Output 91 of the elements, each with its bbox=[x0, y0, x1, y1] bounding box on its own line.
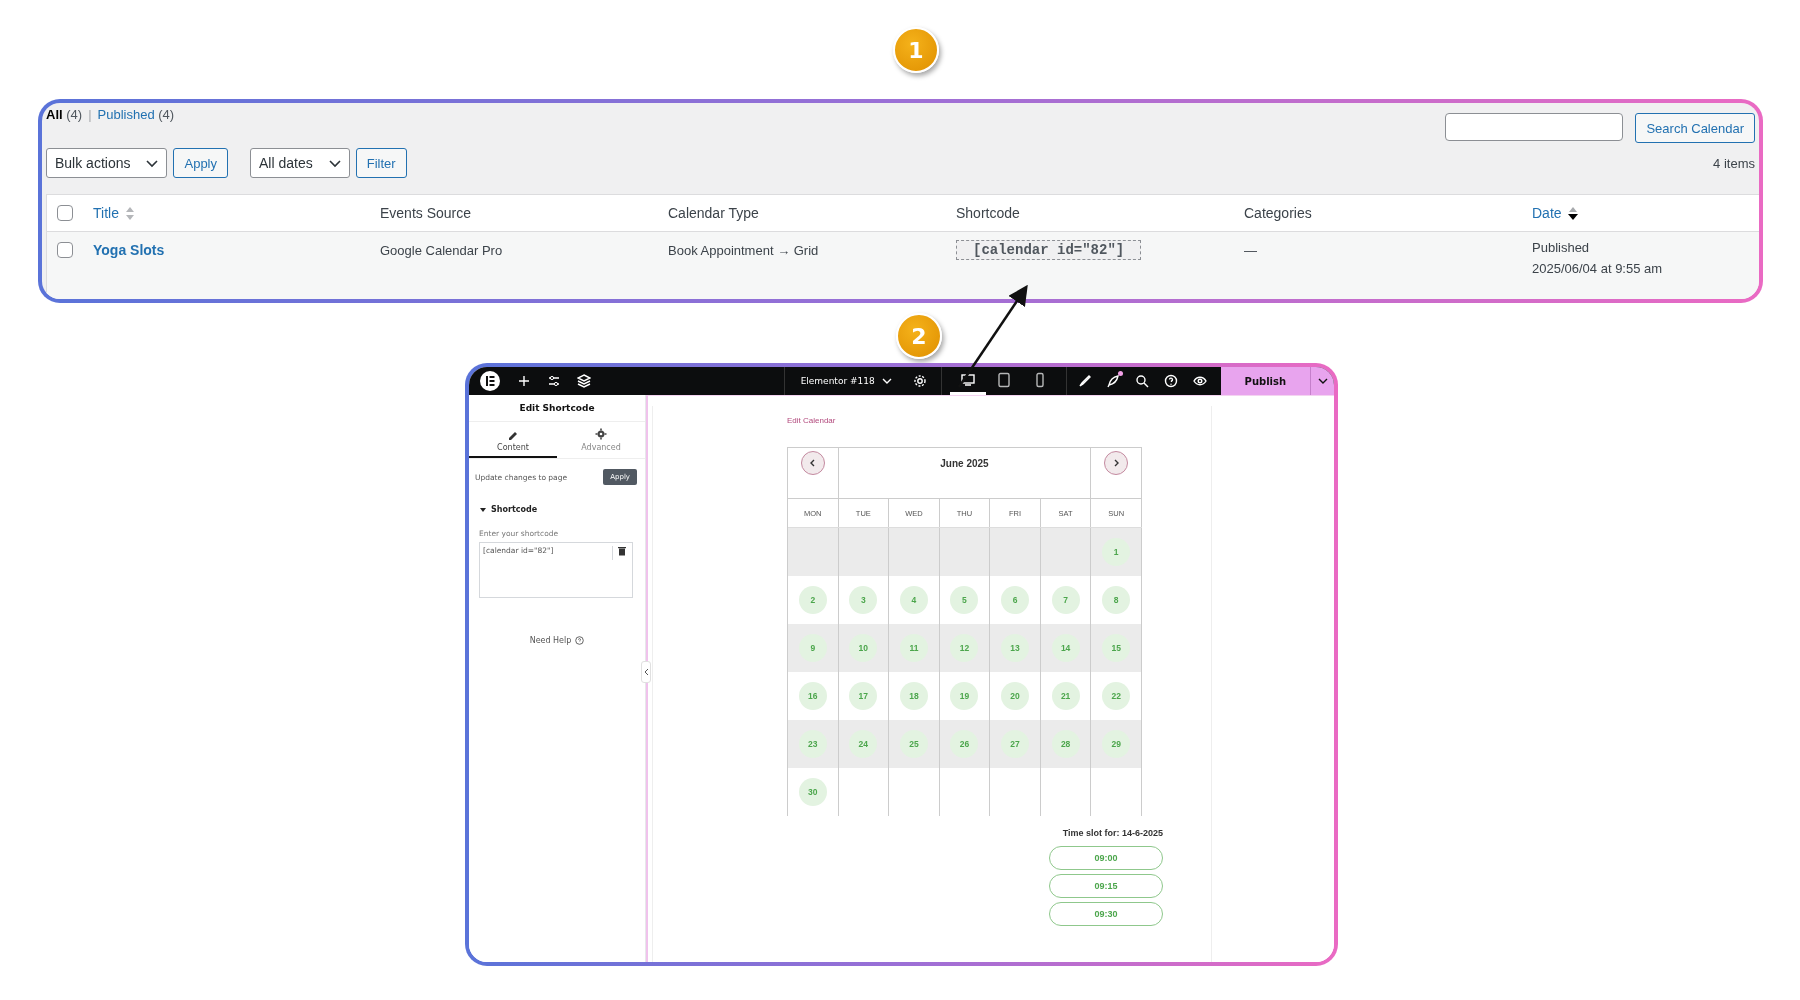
day-button[interactable]: 30 bbox=[798, 778, 827, 806]
step-badge: 1 bbox=[893, 27, 939, 73]
day-button[interactable]: 9 bbox=[798, 634, 827, 662]
time-slot-heading: Time slot for: 14-6-2025 bbox=[1062, 828, 1163, 838]
search-button[interactable]: Search Calendar bbox=[1635, 113, 1755, 143]
day-button[interactable]: 10 bbox=[849, 634, 878, 662]
tablet-icon bbox=[995, 371, 1012, 388]
caret-icon bbox=[479, 505, 487, 514]
day-button[interactable]: 22 bbox=[1102, 682, 1131, 710]
day-button[interactable]: 15 bbox=[1102, 634, 1131, 662]
logo-icon[interactable] bbox=[479, 370, 501, 392]
day-button[interactable]: 12 bbox=[950, 634, 979, 662]
next-month-button[interactable] bbox=[1104, 451, 1128, 475]
settings-icon[interactable] bbox=[912, 374, 927, 388]
day-button[interactable]: 29 bbox=[1102, 730, 1131, 758]
day-button[interactable]: 4 bbox=[899, 586, 928, 614]
post-date: 2025/06/04 at 9:55 am bbox=[1532, 261, 1663, 276]
view-filter-link[interactable]: Published (4) bbox=[97, 107, 175, 122]
day-button[interactable]: 20 bbox=[1001, 682, 1030, 710]
document-menu[interactable]: Elementor #118 bbox=[794, 374, 899, 388]
view-filter-link[interactable]: All (4) bbox=[46, 107, 83, 122]
brush-icon[interactable] bbox=[1076, 374, 1091, 388]
edit-calendar-link[interactable]: Edit Calendar bbox=[787, 416, 836, 425]
calendar-title-link[interactable]: Yoga Slots bbox=[93, 242, 165, 258]
day-button[interactable]: 27 bbox=[1001, 730, 1030, 758]
items-count: 4 items bbox=[1713, 155, 1755, 171]
day-button[interactable]: 3 bbox=[849, 586, 878, 614]
select-all-checkbox[interactable] bbox=[57, 205, 73, 221]
time-slot-button[interactable]: 09:15 bbox=[1049, 874, 1163, 898]
layers-icon[interactable] bbox=[577, 374, 591, 388]
day-button[interactable]: 16 bbox=[798, 682, 827, 710]
day-button[interactable]: 14 bbox=[1051, 634, 1080, 662]
bulk-actions-select[interactable]: Bulk actions bbox=[46, 148, 168, 178]
column-sort-link[interactable]: Date bbox=[1532, 205, 1562, 221]
view-separator: | bbox=[88, 107, 92, 122]
month-title: June 2025 bbox=[940, 458, 989, 471]
help-link[interactable]: Need Help bbox=[529, 636, 585, 645]
column-sort-link[interactable]: Title bbox=[93, 205, 119, 221]
step-badge: 2 bbox=[896, 313, 942, 359]
day-button[interactable]: 23 bbox=[798, 730, 827, 758]
apply-button[interactable]: Apply bbox=[173, 148, 228, 178]
chevron-left-icon bbox=[809, 459, 817, 467]
publish-button[interactable]: Publish bbox=[1220, 367, 1310, 395]
chevron-left-icon bbox=[643, 668, 649, 676]
day-button[interactable]: 24 bbox=[849, 730, 878, 758]
plus-icon[interactable] bbox=[517, 374, 531, 388]
time-slot-button[interactable]: 09:30 bbox=[1049, 902, 1163, 926]
sliders-icon[interactable] bbox=[547, 374, 561, 388]
column-header: Events Source bbox=[380, 205, 472, 221]
column-header: Shortcode bbox=[956, 205, 1020, 221]
previous-month-button[interactable] bbox=[801, 451, 825, 475]
gear-icon bbox=[595, 428, 607, 440]
search-field[interactable] bbox=[1445, 113, 1624, 141]
row-checkbox[interactable] bbox=[57, 242, 73, 258]
day-button[interactable]: 17 bbox=[849, 682, 878, 710]
publish-options-button[interactable] bbox=[1310, 367, 1334, 395]
table-cell: Google Calendar Pro bbox=[380, 242, 503, 258]
filter-button[interactable]: Filter bbox=[355, 148, 407, 178]
dates-select[interactable]: All dates bbox=[250, 148, 350, 178]
day-button[interactable]: 8 bbox=[1102, 586, 1131, 614]
table-cell: — bbox=[1244, 242, 1257, 258]
day-button[interactable]: 13 bbox=[1001, 634, 1030, 662]
help-icon bbox=[575, 636, 585, 645]
day-button[interactable]: 28 bbox=[1051, 730, 1080, 758]
help-icon[interactable] bbox=[1163, 374, 1178, 388]
column-header: Categories bbox=[1244, 205, 1312, 221]
section-toggle[interactable]: Shortcode bbox=[469, 485, 538, 514]
panel-tab[interactable]: Advanced bbox=[557, 422, 645, 458]
panel-tab[interactable]: Content bbox=[469, 422, 557, 458]
day-button[interactable]: 19 bbox=[950, 682, 979, 710]
day-button[interactable]: 1 bbox=[1102, 538, 1131, 566]
column-header: Calendar Type bbox=[668, 205, 759, 221]
trash-icon[interactable] bbox=[612, 546, 629, 560]
chevron-right-icon bbox=[1112, 459, 1120, 467]
day-button[interactable]: 6 bbox=[1001, 586, 1030, 614]
shortcode-text[interactable]: [calendar id="82"] bbox=[956, 240, 1142, 260]
day-button[interactable]: 26 bbox=[950, 730, 979, 758]
day-button[interactable]: 11 bbox=[899, 634, 928, 662]
eye-icon[interactable] bbox=[1192, 374, 1207, 388]
day-button[interactable]: 18 bbox=[899, 682, 928, 710]
search-icon[interactable] bbox=[1134, 374, 1149, 388]
desktop-icon bbox=[959, 371, 976, 388]
table-cell: Book Appointment → Grid bbox=[668, 242, 819, 258]
panel-title: Edit Shortcode bbox=[469, 395, 645, 422]
day-button[interactable]: 2 bbox=[798, 586, 827, 614]
time-slot-button[interactable]: 09:00 bbox=[1049, 846, 1163, 870]
day-button[interactable]: 5 bbox=[950, 586, 979, 614]
day-button[interactable]: 25 bbox=[899, 730, 928, 758]
day-button[interactable]: 7 bbox=[1051, 586, 1080, 614]
post-status: Published bbox=[1532, 240, 1590, 255]
day-button[interactable]: 21 bbox=[1051, 682, 1080, 710]
